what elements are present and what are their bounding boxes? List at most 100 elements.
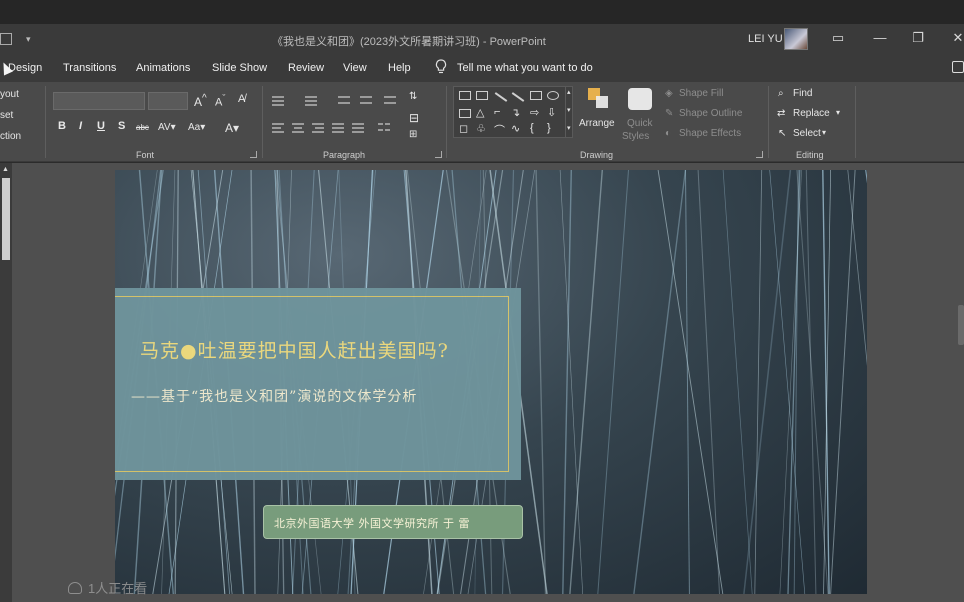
background-streak <box>865 170 867 184</box>
close-icon[interactable]: ✕ <box>948 30 964 46</box>
increase-font-icon[interactable]: A^ <box>194 93 207 109</box>
curved-connector-shape-icon[interactable]: ↴ <box>511 106 520 119</box>
drawing-dialog-launcher[interactable] <box>756 151 763 158</box>
title-panel[interactable]: 马克●吐温要把中国人赶出美国吗? ——基于“我也是义和团”演说的文体学分析 <box>115 288 521 480</box>
arc-shape-icon[interactable]: ⌒ <box>494 122 505 138</box>
underline-icon[interactable]: U <box>97 120 105 132</box>
background-streak <box>697 170 721 594</box>
text-direction-icon[interactable]: ⇅ <box>409 91 417 102</box>
editor-scrollbar[interactable] <box>958 305 964 345</box>
right-brace-shape-icon[interactable]: } <box>547 122 551 134</box>
editing-group-label: Editing <box>796 150 824 160</box>
ribbon-display-icon[interactable]: ▭ <box>828 30 848 46</box>
bold-icon[interactable]: B <box>58 120 66 132</box>
text-box-shape-icon[interactable] <box>459 91 471 100</box>
section-button[interactable]: ction <box>0 131 21 142</box>
background-streak <box>569 170 603 594</box>
char-spacing-icon[interactable]: AV▾ <box>158 122 176 133</box>
avatar[interactable] <box>784 28 808 50</box>
paragraph-dialog-launcher[interactable] <box>435 151 442 158</box>
line-shape-icon[interactable] <box>494 92 508 102</box>
layout-button[interactable]: yout <box>0 89 19 100</box>
font-name-combo[interactable] <box>53 92 145 110</box>
flowchart-shape-icon[interactable]: ◻ <box>459 122 468 135</box>
user-name[interactable]: LEI YU <box>748 33 783 45</box>
gallery-up-icon[interactable]: ▴ <box>567 88 571 96</box>
shape-fill-button[interactable]: Shape Fill <box>679 88 723 99</box>
down-arrow-shape-icon[interactable]: ⇩ <box>547 106 556 119</box>
slide-subtitle[interactable]: ——基于“我也是义和团”演说的文体学分析 <box>131 386 417 406</box>
scroll-up-icon[interactable]: ▲ <box>2 166 9 173</box>
triangle-shape-icon[interactable]: △ <box>476 106 484 119</box>
group-separator <box>446 86 447 158</box>
shape-outline-icon: ✎ <box>665 108 674 119</box>
gallery-more-icon[interactable]: ▾ <box>567 124 571 132</box>
freeform-shape-icon[interactable]: ♧ <box>476 122 486 135</box>
oval-shape-icon[interactable] <box>547 91 559 100</box>
shape-effects-button[interactable]: Shape Effects <box>679 128 741 139</box>
font-size-combo[interactable] <box>148 92 188 110</box>
reset-button[interactable]: set <box>0 110 13 121</box>
thumbnail-scrollbar[interactable] <box>2 178 10 260</box>
font-color-icon[interactable]: A▾ <box>225 121 239 135</box>
tab-transitions[interactable]: Transitions <box>63 62 116 74</box>
tab-help[interactable]: Help <box>388 62 411 74</box>
shapes-gallery-scroll[interactable]: ▴ ▾ ▾ <box>565 86 575 138</box>
vertical-text-box-shape-icon[interactable] <box>476 91 488 100</box>
find-button[interactable]: Find <box>793 88 812 99</box>
align-text-icon[interactable]: ⊟ <box>409 111 419 125</box>
select-button[interactable]: Select <box>793 128 821 139</box>
maximize-icon[interactable]: ❐ <box>908 30 928 46</box>
tab-view[interactable]: View <box>343 62 367 74</box>
paragraph-group-label: Paragraph <box>323 150 366 160</box>
background-streak <box>805 170 817 594</box>
tab-review[interactable]: Review <box>288 62 324 74</box>
strikethrough-icon[interactable]: abc <box>136 123 149 132</box>
rounded-rectangle-shape-icon[interactable] <box>459 109 471 118</box>
minimize-icon[interactable]: — <box>870 30 890 45</box>
slide-title[interactable]: 马克●吐温要把中国人赶出美国吗? <box>140 336 449 363</box>
replace-dropdown-icon[interactable]: ▾ <box>836 108 840 117</box>
curve-shape-icon[interactable]: ∿ <box>511 122 520 135</box>
font-group-label: Font <box>136 150 155 160</box>
smartart-icon[interactable]: ⊞ <box>409 129 417 140</box>
rectangle-shape-icon[interactable] <box>530 91 542 100</box>
replace-button[interactable]: Replace <box>793 108 830 119</box>
background-streak <box>535 170 547 594</box>
shadow-icon[interactable]: S <box>118 120 125 132</box>
group-separator <box>768 86 769 158</box>
tell-me-search[interactable]: Tell me what you want to do <box>457 62 593 74</box>
background-streak <box>754 170 763 594</box>
gallery-down-icon[interactable]: ▾ <box>567 106 571 114</box>
select-dropdown-icon[interactable]: ▾ <box>822 128 826 137</box>
arrow-shape-icon[interactable] <box>511 92 525 102</box>
tab-animations[interactable]: Animations <box>136 62 190 74</box>
shape-outline-button[interactable]: Shape Outline <box>679 108 742 119</box>
viewers-text: 1人正在看 <box>88 581 148 596</box>
find-icon: ⌕ <box>778 88 784 99</box>
share-icon[interactable] <box>952 61 964 73</box>
right-arrow-shape-icon[interactable]: ⇨ <box>530 106 539 119</box>
background-streak <box>847 170 867 366</box>
group-separator <box>45 86 46 158</box>
viewers-icon <box>68 582 82 594</box>
background-streak <box>769 170 806 594</box>
slide-canvas[interactable]: 马克●吐温要把中国人赶出美国吗? ——基于“我也是义和团”演说的文体学分析 北京… <box>115 170 867 594</box>
group-separator <box>855 86 856 158</box>
left-brace-shape-icon[interactable]: { <box>530 122 534 134</box>
decrease-font-icon[interactable]: Aˇ <box>215 93 225 109</box>
italic-icon[interactable]: I <box>79 120 82 132</box>
tab-design[interactable]: Design <box>8 62 42 74</box>
tab-slide-show[interactable]: Slide Show <box>212 62 267 74</box>
clear-format-icon[interactable]: A̸ <box>238 93 245 105</box>
customize-qat-icon[interactable]: ▾ <box>26 34 31 45</box>
lightbulb-icon <box>435 59 447 74</box>
shapes-gallery[interactable]: △ ⌐ ↴ ⇨ ⇩ ◻ ♧ ⌒ ∿ { } <box>453 86 573 138</box>
background-streak <box>562 170 573 594</box>
author-text: 北京外国语大学 外国文学研究所 于 雷 <box>274 517 470 530</box>
font-dialog-launcher[interactable] <box>250 151 257 158</box>
change-case-icon[interactable]: Aa▾ <box>188 122 205 133</box>
elbow-connector-shape-icon[interactable]: ⌐ <box>494 106 500 118</box>
save-icon[interactable] <box>0 33 12 45</box>
author-box[interactable]: 北京外国语大学 外国文学研究所 于 雷 <box>263 505 523 539</box>
